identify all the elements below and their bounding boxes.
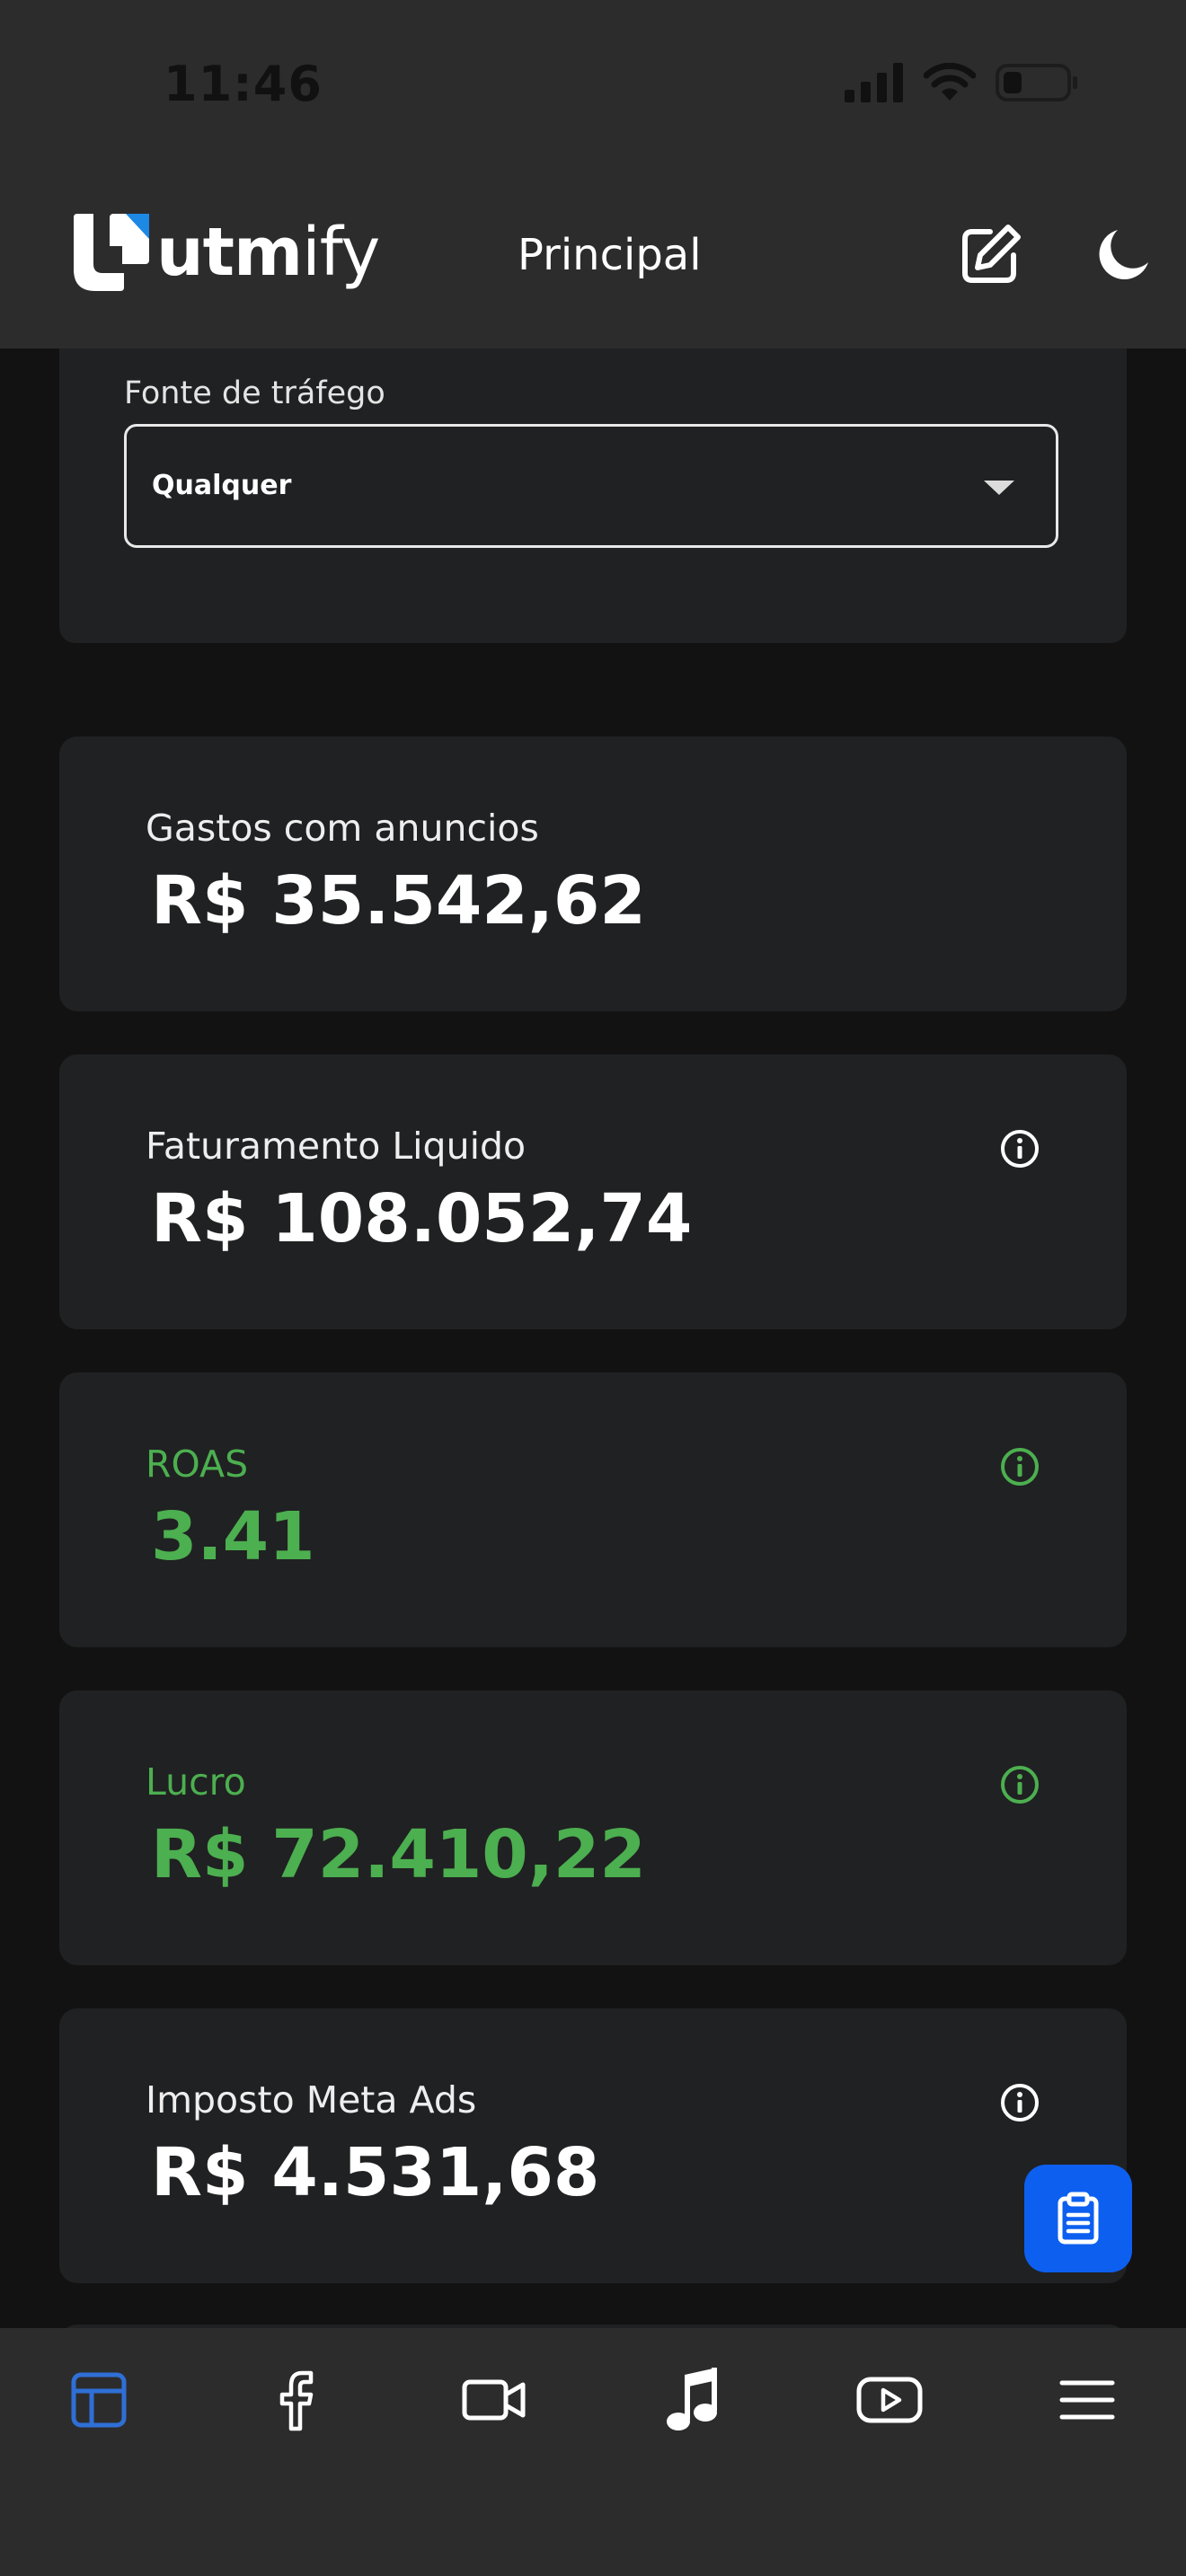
chevron-down-icon (984, 481, 1014, 495)
metric-label: ROAS (146, 1442, 249, 1486)
clipboard-icon (1058, 2192, 1099, 2245)
nav-item-video[interactable] (453, 2359, 535, 2441)
metric-label: Imposto Meta Ads (146, 2078, 477, 2122)
nav-item-dashboard[interactable] (58, 2359, 140, 2441)
wifi-icon (924, 63, 976, 101)
metric-value: R$ 4.531,68 (151, 2134, 600, 2211)
metric-card-roas: ROAS 3.41 (59, 1372, 1127, 1647)
metric-value: R$ 72.410,22 (151, 1816, 646, 1893)
brand-name: utmify (156, 214, 380, 291)
status-icons (845, 63, 1078, 102)
menu-icon (1059, 2380, 1115, 2420)
video-icon (462, 2379, 526, 2421)
notes-fab-button[interactable] (1024, 2165, 1132, 2272)
utmify-logo-mark (74, 214, 149, 291)
metric-value: R$ 35.542,62 (151, 862, 646, 940)
filter-card: Fonte de tráfego Qualquer (59, 348, 1127, 643)
traffic-source-select[interactable]: Qualquer (124, 424, 1058, 548)
signal-icon (845, 63, 903, 102)
metric-label: Gastos com anuncios (146, 807, 539, 850)
status-time: 11:46 (164, 56, 323, 112)
app-header: utmify Principal (0, 171, 1186, 348)
nav-item-menu[interactable] (1046, 2359, 1128, 2441)
metric-value: R$ 108.052,74 (151, 1180, 693, 1257)
music-note-icon (667, 2368, 717, 2430)
youtube-icon (856, 2377, 923, 2423)
nav-item-youtube[interactable] (848, 2359, 931, 2441)
moon-icon (1099, 230, 1148, 279)
info-icon[interactable] (999, 1128, 1040, 1169)
info-icon[interactable] (999, 1764, 1040, 1805)
metric-label: Faturamento Liquido (146, 1125, 527, 1168)
metric-card-net-revenue: Faturamento Liquido R$ 108.052,74 (59, 1054, 1127, 1329)
theme-toggle-button[interactable] (1091, 223, 1155, 287)
nav-item-facebook[interactable] (255, 2359, 338, 2441)
metric-card-profit: Lucro R$ 72.410,22 (59, 1690, 1127, 1965)
metric-value: 3.41 (151, 1498, 315, 1575)
battery-icon (996, 64, 1077, 101)
brand-name-light: ify (302, 214, 380, 291)
metric-card-ad-spend: Gastos com anuncios R$ 35.542,62 (59, 737, 1127, 1011)
nav-item-music[interactable] (651, 2359, 733, 2441)
status-bar: 11:46 (0, 0, 1186, 171)
page-title: Principal (518, 230, 702, 280)
metric-card-meta-ads-tax: Imposto Meta Ads R$ 4.531,68 (59, 2008, 1127, 2283)
edit-icon (962, 225, 1021, 283)
traffic-source-value: Qualquer (152, 470, 292, 501)
metric-label: Lucro (146, 1760, 246, 1804)
facebook-icon (279, 2370, 314, 2431)
utmify-logo[interactable]: utmify (74, 214, 380, 291)
info-icon[interactable] (999, 2082, 1040, 2123)
dashboard-icon (71, 2372, 127, 2428)
traffic-source-label: Fonte de tráfego (124, 375, 385, 411)
edit-button[interactable] (958, 223, 1022, 287)
bottom-nav (0, 2328, 1186, 2576)
brand-name-bold: utm (156, 214, 303, 291)
info-icon[interactable] (999, 1446, 1040, 1487)
